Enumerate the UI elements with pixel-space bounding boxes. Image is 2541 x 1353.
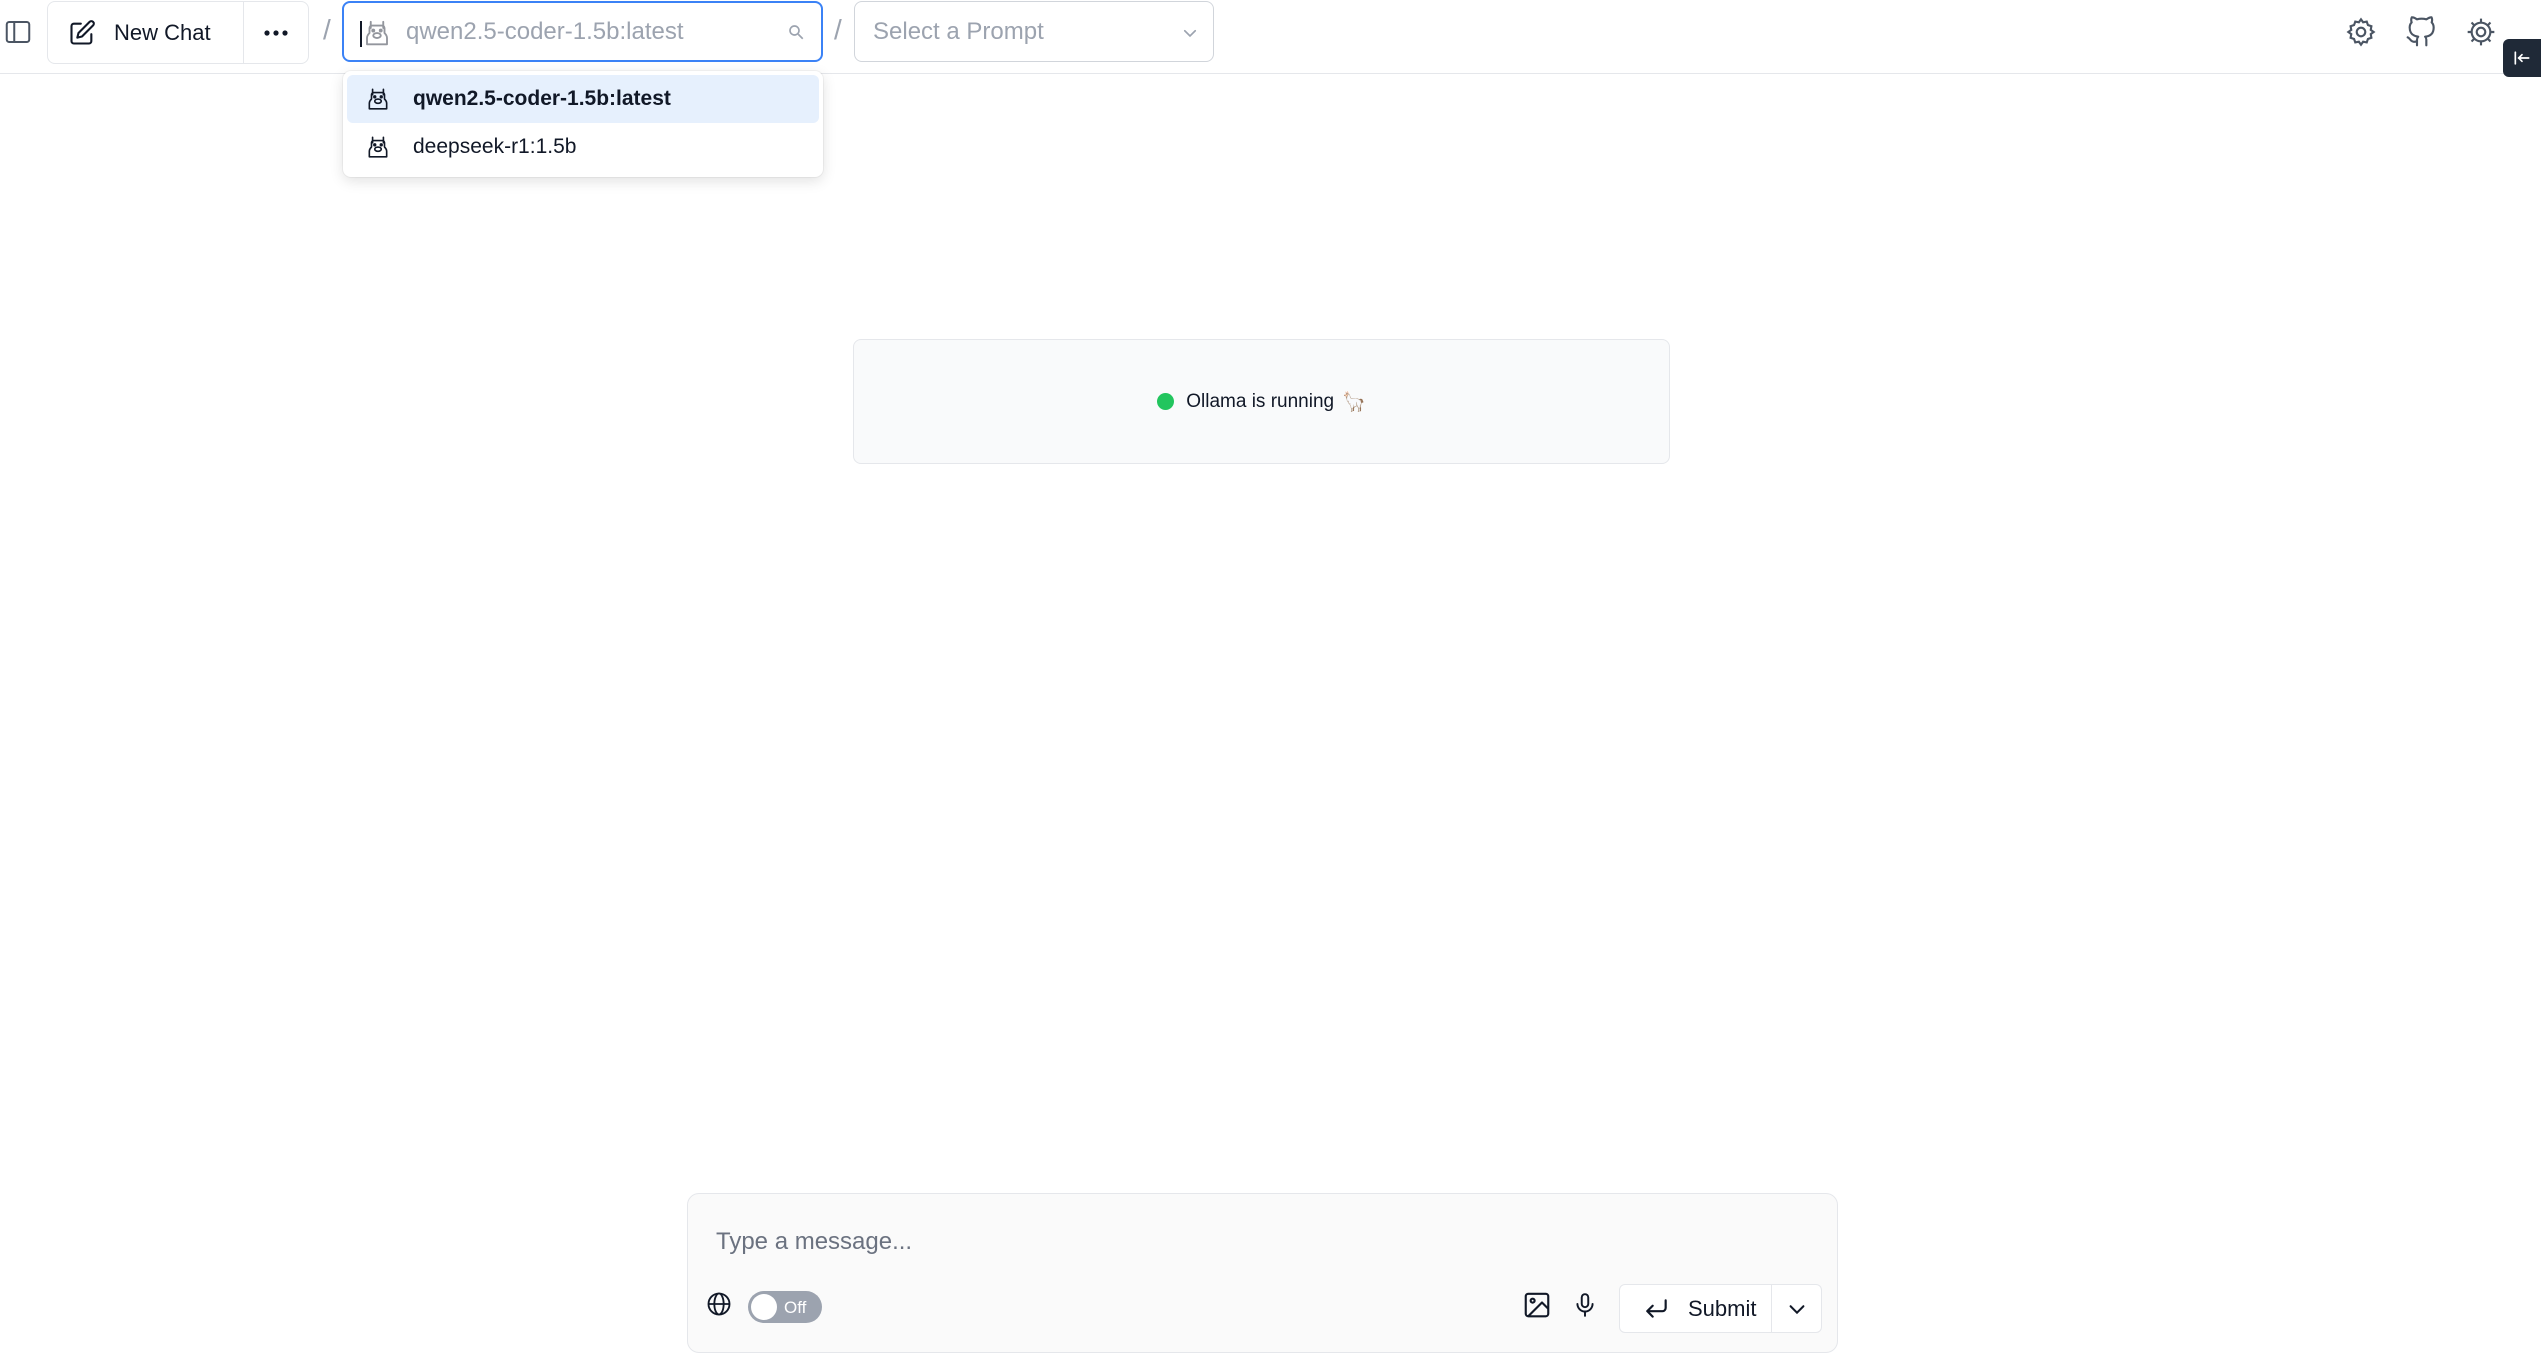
model-option-label: qwen2.5-coder-1.5b:latest bbox=[413, 87, 671, 110]
status-text: Ollama is running bbox=[1186, 390, 1335, 412]
status-indicator-dot bbox=[1157, 393, 1175, 410]
web-search-toggle[interactable]: Off bbox=[748, 1291, 822, 1323]
microphone-icon bbox=[1572, 1290, 1598, 1320]
llama-emoji: 🦙 bbox=[1342, 391, 1366, 413]
gear-icon bbox=[2465, 16, 2497, 48]
github-icon bbox=[2405, 16, 2437, 48]
submit-options-button[interactable] bbox=[1772, 1285, 1821, 1332]
more-options-button[interactable] bbox=[244, 2, 308, 63]
breadcrumb-separator-2: / bbox=[834, 14, 842, 45]
github-button[interactable] bbox=[2402, 13, 2440, 51]
submit-button[interactable]: Submit bbox=[1620, 1285, 1772, 1332]
model-search-input[interactable] bbox=[406, 15, 766, 49]
text-cursor bbox=[360, 21, 362, 47]
settings-icon bbox=[2345, 16, 2377, 48]
pencil-square-icon bbox=[68, 19, 96, 47]
message-composer: Off Submit bbox=[687, 1193, 1838, 1353]
new-chat-group: New Chat bbox=[47, 1, 309, 64]
chevron-down-icon bbox=[1786, 1298, 1808, 1320]
model-option[interactable]: qwen2.5-coder-1.5b:latest bbox=[347, 75, 819, 123]
llama-icon bbox=[362, 18, 392, 48]
submit-label: Submit bbox=[1688, 1295, 1757, 1321]
sidebar-icon bbox=[3, 17, 33, 47]
model-dropdown: qwen2.5-coder-1.5b:latest deepseek-r1:1.… bbox=[343, 71, 823, 177]
ellipsis-icon bbox=[262, 29, 290, 37]
model-option-label: deepseek-r1:1.5b bbox=[413, 135, 577, 158]
prompt-select-placeholder: Select a Prompt bbox=[873, 17, 1044, 45]
enter-icon bbox=[1644, 1298, 1670, 1320]
image-icon bbox=[1522, 1290, 1552, 1320]
model-select[interactable] bbox=[342, 1, 823, 62]
new-chat-label: New Chat bbox=[114, 19, 211, 45]
llama-icon bbox=[365, 134, 391, 160]
voice-input-button[interactable] bbox=[1572, 1290, 1598, 1320]
preferences-button[interactable] bbox=[2462, 13, 2500, 51]
submit-group: Submit bbox=[1619, 1284, 1822, 1333]
model-option[interactable]: deepseek-r1:1.5b bbox=[347, 123, 819, 171]
llama-icon bbox=[365, 86, 391, 112]
search-icon bbox=[787, 23, 805, 41]
toggle-knob bbox=[751, 1294, 777, 1320]
new-chat-button[interactable]: New Chat bbox=[48, 2, 244, 63]
collapse-left-icon bbox=[2512, 48, 2532, 68]
chevron-down-icon bbox=[1181, 24, 1199, 42]
sidebar-toggle-button[interactable] bbox=[0, 14, 36, 50]
ollama-status-card: Ollama is running 🦙 bbox=[853, 339, 1670, 464]
collapse-panel-button[interactable] bbox=[2503, 39, 2541, 77]
settings-button[interactable] bbox=[2342, 13, 2380, 51]
breadcrumb-separator: / bbox=[323, 14, 331, 45]
globe-icon bbox=[705, 1290, 733, 1318]
prompt-select[interactable]: Select a Prompt bbox=[854, 1, 1214, 62]
app-header: New Chat / / Select a Prompt bbox=[0, 0, 2541, 74]
message-input[interactable] bbox=[716, 1222, 1796, 1262]
upload-image-button[interactable] bbox=[1522, 1290, 1552, 1320]
toggle-label: Off bbox=[784, 1298, 807, 1317]
